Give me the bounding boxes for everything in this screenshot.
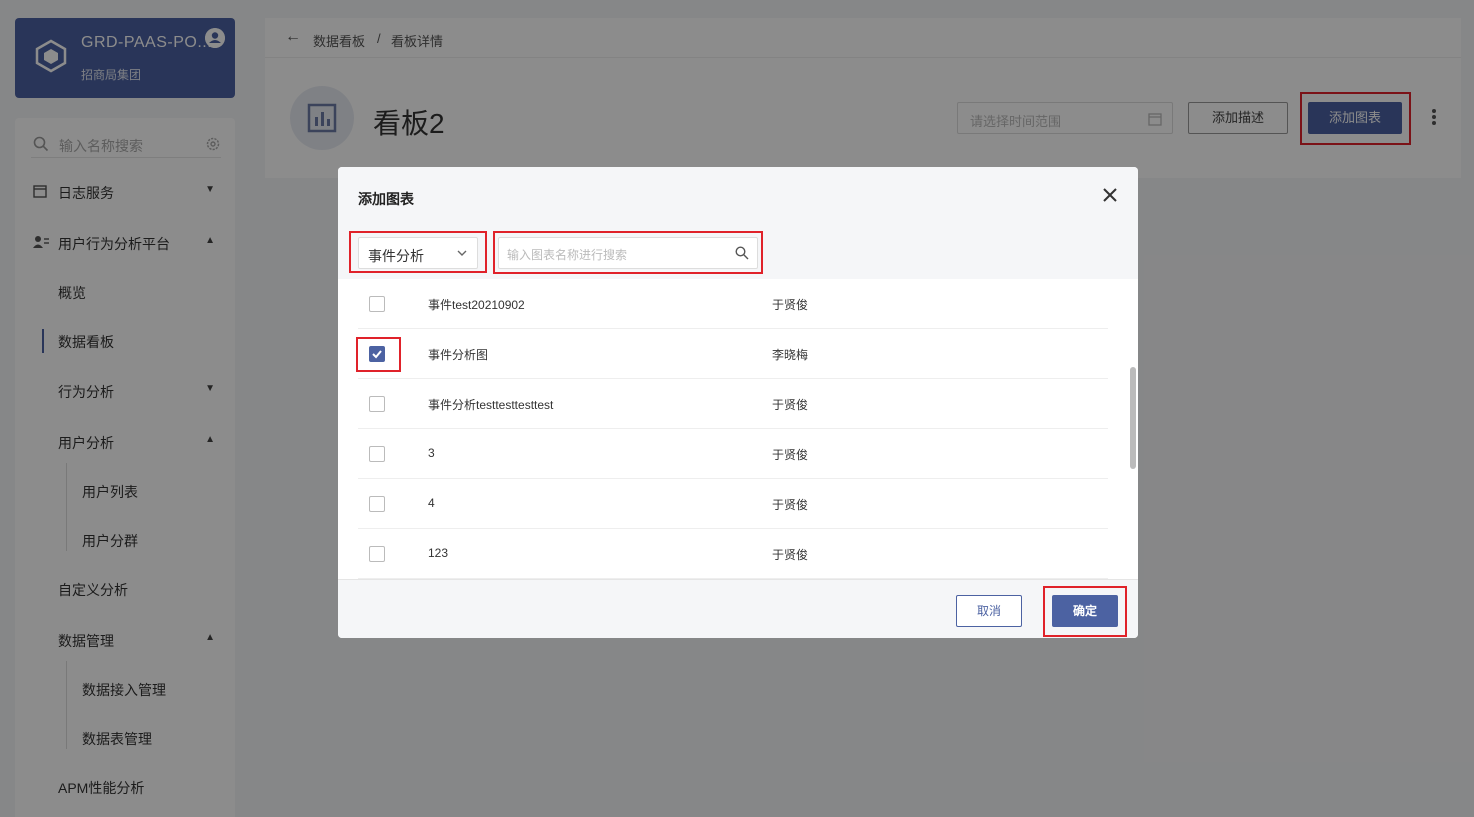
chart-owner: 于贤俊 <box>772 398 809 412</box>
highlight-box <box>349 231 487 273</box>
chart-owner: 于贤俊 <box>772 498 809 512</box>
cancel-button[interactable]: 取消 <box>956 595 1022 627</box>
table-row[interactable]: 事件test20210902 于贤俊 <box>358 279 1108 329</box>
modal-header: 添加图表 <box>338 167 1138 227</box>
chart-list: 事件test20210902 于贤俊 事件分析图 李晓梅 事件分析testtes… <box>338 279 1138 579</box>
table-row[interactable]: 事件分析图 李晓梅 <box>358 329 1108 379</box>
table-row[interactable]: 事件分析testtesttesttest 于贤俊 <box>358 379 1108 429</box>
chart-owner: 李晓梅 <box>772 348 809 362</box>
modal-title: 添加图表 <box>358 191 414 207</box>
table-row[interactable]: 123 于贤俊 <box>358 529 1108 579</box>
table-row[interactable]: 4 于贤俊 <box>358 479 1108 529</box>
chart-owner: 于贤俊 <box>772 448 809 462</box>
list-scrollbar[interactable] <box>1130 367 1136 469</box>
add-chart-modal: 添加图表 事件分析 输入图表名称进行搜索 事件test20210902 于贤俊 <box>338 167 1138 638</box>
modal-footer: 取消 确定 <box>338 579 1138 638</box>
table-row[interactable]: 3 于贤俊 <box>358 429 1108 479</box>
chart-name: 3 <box>428 446 435 460</box>
row-checkbox[interactable] <box>369 546 385 562</box>
chart-owner: 于贤俊 <box>772 298 809 312</box>
highlight-box <box>493 231 763 274</box>
chart-name: 123 <box>428 546 449 560</box>
highlight-box <box>356 337 401 372</box>
row-checkbox[interactable] <box>369 446 385 462</box>
chart-name: 4 <box>428 496 435 510</box>
row-checkbox[interactable] <box>369 296 385 312</box>
chart-name: 事件分析图 <box>428 348 489 362</box>
modal-toolbar: 事件分析 输入图表名称进行搜索 <box>338 227 1138 279</box>
highlight-box <box>1043 586 1127 637</box>
chart-name: 事件test20210902 <box>428 298 525 312</box>
chart-owner: 于贤俊 <box>772 548 809 562</box>
chart-name: 事件分析testtesttesttest <box>428 398 554 412</box>
close-icon[interactable] <box>1102 187 1118 203</box>
row-checkbox[interactable] <box>369 396 385 412</box>
row-checkbox[interactable] <box>369 496 385 512</box>
